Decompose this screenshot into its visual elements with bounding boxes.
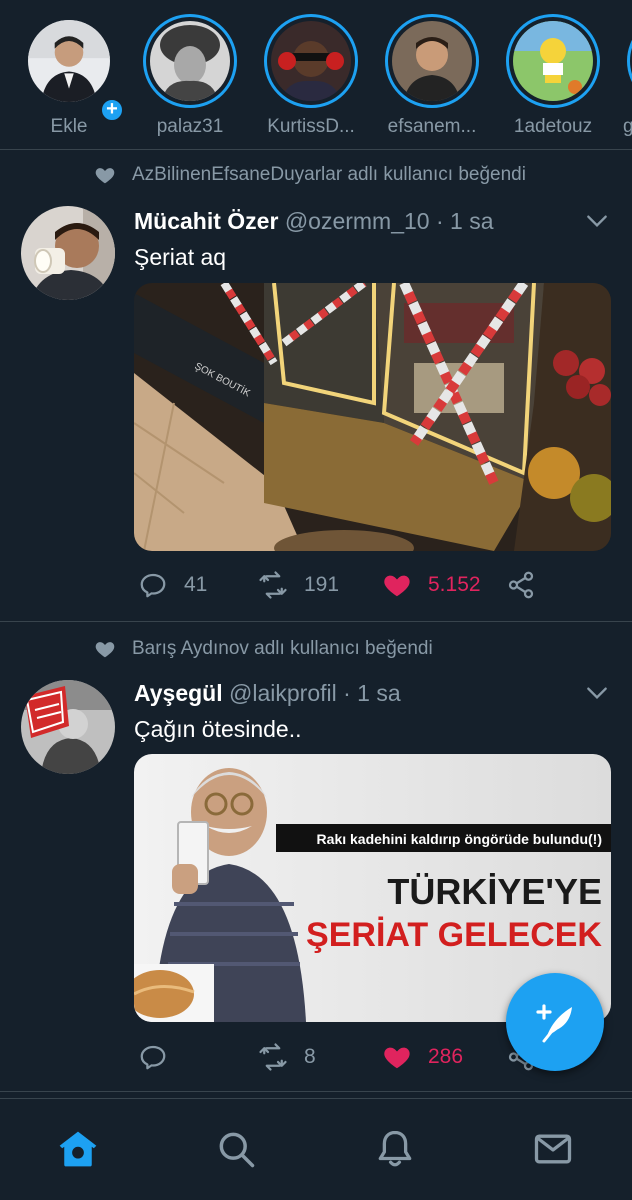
image-headline-1: TÜRKİYE'YE <box>387 871 602 912</box>
home-icon[interactable] <box>56 1127 100 1171</box>
retweet-button[interactable]: 8 <box>258 1042 316 1072</box>
tweet-text: Çağın ötesinde.. <box>134 716 302 742</box>
retweet-count: 8 <box>304 1045 316 1068</box>
tweet-avatar[interactable] <box>21 680 115 774</box>
tweet-media-image[interactable]: ŞOK BOUTİK <box>134 283 611 551</box>
fleet-ring <box>264 14 358 108</box>
share-button[interactable] <box>506 570 552 600</box>
tweet-actions: 8 286 <box>134 1042 554 1076</box>
messages-icon[interactable] <box>531 1127 575 1171</box>
retweet-count: 191 <box>304 573 340 596</box>
social-context-text: AzBilinenEfsaneDuyarlar adlı kullanıcı b… <box>132 164 526 185</box>
tweet-actions: 41 191 5.152 <box>134 570 554 604</box>
fleet-item[interactable]: g <box>619 14 632 138</box>
fleet-name: 1adetouz <box>513 116 593 137</box>
social-context-text: Barış Aydınov adlı kullanıcı beğendi <box>132 638 433 659</box>
timestamp: · 1 sa <box>336 680 401 706</box>
fleet-item[interactable]: 1adetouz <box>498 14 608 138</box>
fleet-ring <box>506 14 600 108</box>
reply-button[interactable]: 41 <box>138 570 207 600</box>
fleet-avatar <box>513 21 593 101</box>
image-banner-text: Rakı kadehini kaldırıp öngörüde bulundu(… <box>317 831 602 847</box>
fleet-ring <box>143 14 237 108</box>
search-icon[interactable] <box>214 1127 258 1171</box>
retweet-icon <box>259 571 287 599</box>
tweet-avatar[interactable] <box>21 206 115 300</box>
fleet-item[interactable]: efsanem... <box>377 14 487 138</box>
fleet-name: efsanem... <box>387 116 477 137</box>
fleets-row: + Ekle palaz31 KurtissD... efsanem... 1a… <box>0 0 632 150</box>
retweet-icon <box>259 1043 287 1071</box>
like-button[interactable]: 286 <box>382 1042 463 1072</box>
fleet-avatar <box>271 21 351 101</box>
tweet-header: Mücahit Özer @ozermm_10 · 1 sa <box>134 208 494 235</box>
tweet-text: Şeriat aq <box>134 244 227 270</box>
retweet-button[interactable]: 191 <box>258 570 339 600</box>
compose-feather-plus-icon <box>536 1004 572 1043</box>
fleet-ring <box>627 14 632 108</box>
notifications-icon[interactable] <box>373 1127 417 1171</box>
social-context: Barış Aydınov adlı kullanıcı beğendi <box>94 638 433 660</box>
compose-tweet-button[interactable] <box>506 973 604 1071</box>
fleet-item[interactable]: palaz31 <box>135 14 245 138</box>
fleet-item[interactable]: KurtissD... <box>256 14 366 138</box>
own-avatar <box>28 20 110 102</box>
timestamp: · 1 sa <box>429 208 494 234</box>
image-headline-2: ŞERİAT GELECEK <box>306 916 602 954</box>
social-context: AzBilinenEfsaneDuyarlar adlı kullanıcı b… <box>94 164 526 186</box>
display-name[interactable]: Ayşegül <box>134 680 223 706</box>
heart-filled-icon <box>384 575 410 597</box>
display-name[interactable]: Mücahit Özer <box>134 208 278 234</box>
like-count: 286 <box>428 1045 464 1068</box>
reply-icon <box>140 1045 166 1070</box>
handle[interactable]: @laikprofil <box>229 680 337 706</box>
heart-small-icon <box>95 168 115 184</box>
share-icon <box>508 571 534 599</box>
tweet-header: Ayşegül @laikprofil · 1 sa <box>134 680 401 707</box>
reply-icon <box>140 573 166 598</box>
handle[interactable]: @ozermm_10 <box>285 208 430 234</box>
fleet-name: palaz31 <box>156 116 224 137</box>
chevron-down-icon[interactable] <box>584 208 610 234</box>
like-count: 5.152 <box>428 573 481 596</box>
like-button[interactable]: 5.152 <box>382 570 481 600</box>
add-fleet-plus-icon[interactable]: + <box>100 98 124 122</box>
fleet-avatar <box>392 21 472 101</box>
heart-filled-icon <box>384 1047 410 1069</box>
fleet-ring <box>385 14 479 108</box>
bottom-nav <box>0 1098 632 1200</box>
reply-count: 41 <box>184 573 208 596</box>
fleet-add[interactable]: + Ekle <box>14 14 124 138</box>
reply-button[interactable] <box>138 1042 184 1072</box>
own-avatar-ring <box>22 14 116 108</box>
fleet-name: KurtissD... <box>267 116 355 137</box>
heart-small-icon <box>95 642 115 658</box>
fleet-name: g <box>619 116 632 138</box>
tweet[interactable]: AzBilinenEfsaneDuyarlar adlı kullanıcı b… <box>0 150 632 622</box>
chevron-down-icon[interactable] <box>584 680 610 706</box>
fleet-avatar <box>150 21 230 101</box>
